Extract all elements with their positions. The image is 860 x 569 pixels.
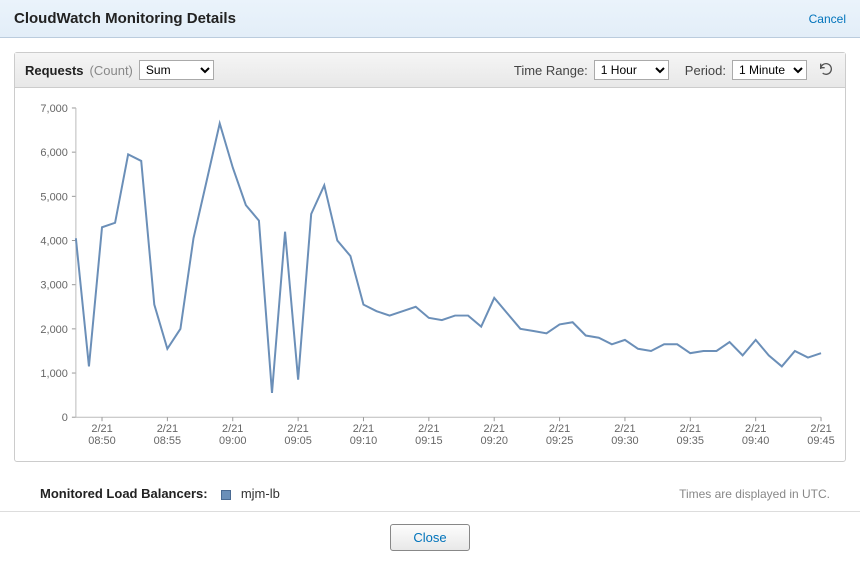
svg-text:5,000: 5,000 <box>40 191 67 203</box>
svg-text:7,000: 7,000 <box>40 103 67 115</box>
svg-text:2/21: 2/21 <box>222 423 243 435</box>
svg-text:2/21: 2/21 <box>614 423 635 435</box>
svg-text:2/21: 2/21 <box>810 423 831 435</box>
svg-text:2/21: 2/21 <box>91 423 112 435</box>
svg-text:2/21: 2/21 <box>745 423 766 435</box>
legend-series-name: mjm-lb <box>241 486 280 501</box>
svg-text:0: 0 <box>62 412 68 424</box>
page-title: CloudWatch Monitoring Details <box>14 10 236 27</box>
chart-toolbar: Requests (Count) Sum Time Range: 1 Hour … <box>15 53 845 88</box>
svg-text:09:20: 09:20 <box>480 435 507 447</box>
refresh-button[interactable] <box>817 61 835 79</box>
line-chart: 0 1,000 2,000 3,000 4,000 5,000 6,000 7,000 2/21… <box>21 98 839 457</box>
svg-text:6,000: 6,000 <box>40 147 67 159</box>
svg-text:09:15: 09:15 <box>415 435 442 447</box>
period-select[interactable]: 1 Minute <box>732 60 807 80</box>
title-bar: CloudWatch Monitoring Details Cancel <box>0 0 860 38</box>
svg-text:2/21: 2/21 <box>549 423 570 435</box>
cancel-link[interactable]: Cancel <box>809 12 846 26</box>
svg-text:2/21: 2/21 <box>680 423 701 435</box>
svg-text:2/21: 2/21 <box>484 423 505 435</box>
svg-text:2/21: 2/21 <box>353 423 374 435</box>
svg-text:2/21: 2/21 <box>157 423 178 435</box>
svg-text:08:50: 08:50 <box>88 435 115 447</box>
metric-unit: (Count) <box>90 63 133 78</box>
svg-text:09:45: 09:45 <box>807 435 834 447</box>
chart-panel: Requests (Count) Sum Time Range: 1 Hour … <box>14 52 846 462</box>
svg-text:3,000: 3,000 <box>40 280 67 292</box>
dialog-buttons: Close <box>0 512 860 565</box>
period-label: Period: <box>685 63 726 78</box>
refresh-icon <box>818 61 834 80</box>
legend-label: Monitored Load Balancers: <box>40 486 208 501</box>
close-button[interactable]: Close <box>390 524 469 551</box>
svg-text:09:30: 09:30 <box>611 435 638 447</box>
svg-text:09:25: 09:25 <box>546 435 573 447</box>
svg-text:2,000: 2,000 <box>40 324 67 336</box>
svg-text:09:05: 09:05 <box>284 435 311 447</box>
svg-text:08:55: 08:55 <box>154 435 181 447</box>
svg-text:09:40: 09:40 <box>742 435 769 447</box>
svg-text:09:10: 09:10 <box>350 435 377 447</box>
legend-swatch <box>221 490 231 500</box>
statistic-select[interactable]: Sum <box>139 60 214 80</box>
time-range-label: Time Range: <box>514 63 588 78</box>
timezone-note: Times are displayed in UTC. <box>679 487 830 501</box>
metric-name: Requests <box>25 63 84 78</box>
chart-footer: Monitored Load Balancers: mjm-lb Times a… <box>0 476 860 512</box>
svg-text:2/21: 2/21 <box>418 423 439 435</box>
time-range-select[interactable]: 1 Hour <box>594 60 669 80</box>
svg-text:09:35: 09:35 <box>677 435 704 447</box>
svg-text:1,000: 1,000 <box>40 368 67 380</box>
svg-text:4,000: 4,000 <box>40 235 67 247</box>
legend: Monitored Load Balancers: mjm-lb <box>40 486 280 501</box>
svg-text:2/21: 2/21 <box>287 423 308 435</box>
svg-text:09:00: 09:00 <box>219 435 246 447</box>
